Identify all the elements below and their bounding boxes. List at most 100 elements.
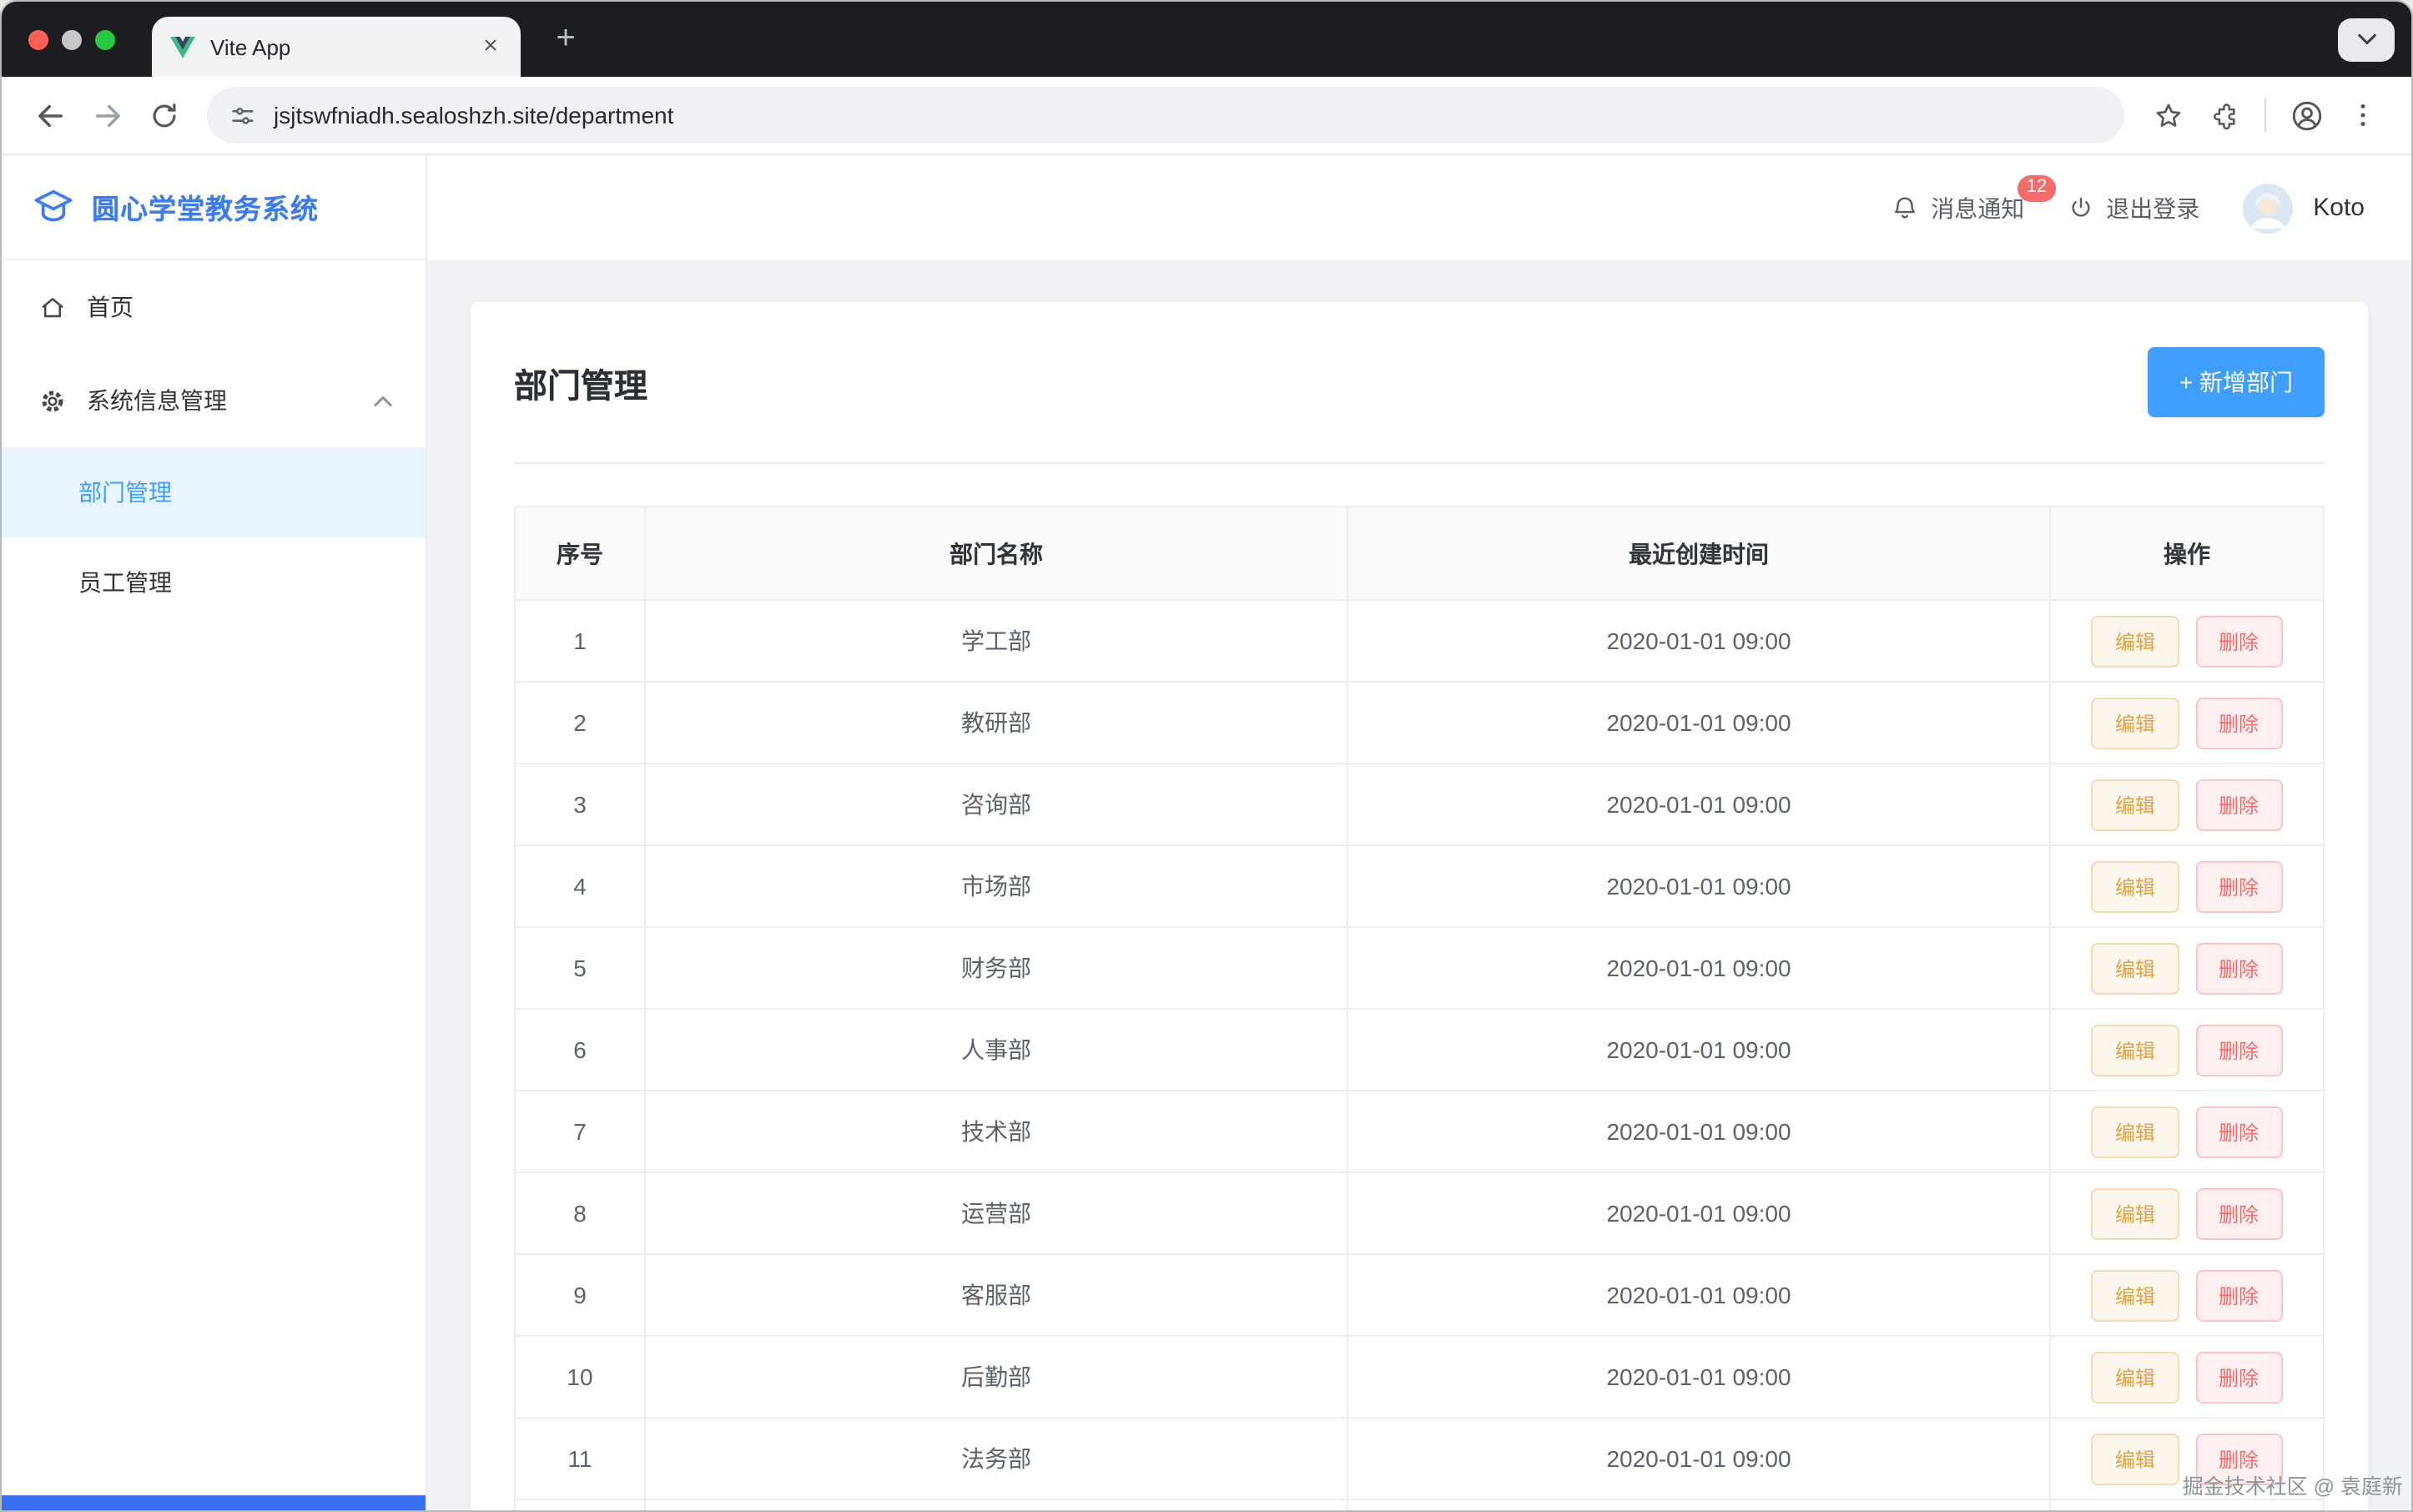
chevron-up-icon <box>374 395 392 406</box>
tab-close-icon[interactable]: × <box>476 32 506 62</box>
cell-actions: 编辑删除 <box>2050 1336 2324 1418</box>
sidebar-item-employee[interactable]: 员工管理 <box>2 537 426 627</box>
logout-button[interactable]: 退出登录 <box>2068 191 2199 224</box>
vue-favicon-icon <box>170 36 195 58</box>
brand: 圆心学堂教务系统 <box>2 155 426 260</box>
new-tab-button[interactable]: + <box>544 18 587 61</box>
cell-no: 2 <box>515 682 645 764</box>
card-divider <box>514 462 2325 464</box>
cell-actions: 编辑删除 <box>2050 1009 2324 1091</box>
address-bar[interactable]: jsjtswfniadh.sealoshzh.site/department <box>207 87 2124 144</box>
table-row: 9客服部2020-01-01 09:00编辑删除 <box>515 1254 2324 1336</box>
cell-name: 学工部 <box>645 600 1348 682</box>
delete-button[interactable]: 删除 <box>2195 1187 2282 1239</box>
delete-button[interactable]: 删除 <box>2195 697 2282 748</box>
bookmark-star-icon[interactable] <box>2143 90 2193 140</box>
sidebar-item-system[interactable]: 系统信息管理 <box>2 354 426 447</box>
delete-button[interactable]: 删除 <box>2195 779 2282 830</box>
column-header: 序号 <box>515 507 645 600</box>
minimize-window-button[interactable] <box>62 29 82 49</box>
page-content: 部门管理 + 新增部门 序 <box>427 260 2411 1510</box>
edit-button[interactable]: 编辑 <box>2092 1106 2179 1157</box>
add-department-button[interactable]: + 新增部门 <box>2148 347 2325 417</box>
app-frame: 圆心学堂教务系统 首页 <box>2 155 2411 1510</box>
browser-tab[interactable]: Vite App × <box>152 17 521 77</box>
cell-no: 6 <box>515 1009 645 1091</box>
edit-button[interactable]: 编辑 <box>2092 779 2179 830</box>
url-text[interactable]: jsjtswfniadh.sealoshzh.site/department <box>274 102 673 129</box>
sidebar-bottom-strip <box>2 1495 426 1510</box>
power-icon <box>2068 194 2094 221</box>
cell-name: 财务部 <box>645 927 1348 1009</box>
table-row: 11法务部2020-01-01 09:00编辑删除 <box>515 1418 2324 1499</box>
edit-button[interactable]: 编辑 <box>2092 1024 2179 1076</box>
delete-button[interactable]: 删除 <box>2195 942 2282 994</box>
sidebar-item-home[interactable]: 首页 <box>2 260 426 354</box>
sidebar-item-label: 系统信息管理 <box>87 384 354 417</box>
delete-button[interactable]: 删除 <box>2195 615 2282 667</box>
edit-button[interactable]: 编辑 <box>2092 942 2179 994</box>
cell-no: 4 <box>515 845 645 927</box>
notifications-label: 消息通知 <box>1931 191 2024 224</box>
cell-name: 教研部 <box>645 682 1348 764</box>
delete-button[interactable]: 删除 <box>2195 1106 2282 1157</box>
browser-menu-icon[interactable] <box>2338 90 2388 140</box>
cell-name: 咨询部 <box>645 764 1348 845</box>
edit-button[interactable]: 编辑 <box>2092 697 2179 748</box>
sidebar: 圆心学堂教务系统 首页 <box>2 155 427 1510</box>
delete-button[interactable]: 删除 <box>2195 860 2282 912</box>
table-row: 1学工部2020-01-01 09:00编辑删除 <box>515 600 2324 682</box>
cell-time: 2020-01-01 09:00 <box>1348 600 2050 682</box>
cell-no: 8 <box>515 1172 645 1254</box>
cell-time: 2020-01-01 09:00 <box>1348 1418 2050 1499</box>
cell-name: 市场部 <box>645 845 1348 927</box>
edit-button[interactable]: 编辑 <box>2092 615 2179 667</box>
cell-no: 3 <box>515 764 645 845</box>
cell-time: 2020-01-01 09:00 <box>1348 1336 2050 1418</box>
table-body: 1学工部2020-01-01 09:00编辑删除2教研部2020-01-01 0… <box>515 600 2324 1510</box>
edit-button[interactable]: 编辑 <box>2092 1351 2179 1403</box>
table-row: 4市场部2020-01-01 09:00 编辑删除 <box>515 845 2324 927</box>
logout-label: 退出登录 <box>2106 191 2199 224</box>
tab-overflow-button[interactable] <box>2338 18 2395 61</box>
tab-strip: Vite App × + <box>2 2 2411 77</box>
notifications-button[interactable]: 消息通知 12 <box>1891 191 2024 224</box>
table-row: 7技术部2020-01-01 09:00编辑删除 <box>515 1091 2324 1172</box>
column-header: 最近创建时间 <box>1348 507 2050 600</box>
sidebar-item-department[interactable]: 部门管理 <box>2 447 426 537</box>
table-row: 6人事部2020-01-01 09:00编辑删除 <box>515 1009 2324 1091</box>
tab-title: Vite App <box>210 34 476 59</box>
forward-button[interactable] <box>82 90 132 140</box>
reload-button[interactable] <box>139 90 189 140</box>
profile-icon[interactable] <box>2281 90 2331 140</box>
department-card: 部门管理 + 新增部门 序 <box>471 302 2368 1510</box>
cell-time: 2020-01-01 09:00 <box>1348 682 2050 764</box>
delete-button[interactable]: 删除 <box>2195 1351 2282 1403</box>
edit-button[interactable]: 编辑 <box>2092 1269 2179 1321</box>
extensions-icon[interactable] <box>2199 90 2249 140</box>
window-controls <box>28 29 115 49</box>
delete-button[interactable]: 删除 <box>2195 1269 2282 1321</box>
cell-time: 2020-01-01 09:00 <box>1348 845 2050 927</box>
sidebar-item-label: 员工管理 <box>78 566 172 599</box>
watermark: 掘金技术社区 @ 袁庭新 <box>2183 1469 2403 1500</box>
close-window-button[interactable] <box>28 29 48 49</box>
edit-button[interactable]: 编辑 <box>2092 1433 2179 1484</box>
cell-no: 7 <box>515 1091 645 1172</box>
gear-icon <box>38 386 67 415</box>
edit-button[interactable]: 编辑 <box>2092 1187 2179 1239</box>
maximize-window-button[interactable] <box>95 29 115 49</box>
cell-no: 10 <box>515 1336 645 1418</box>
chevron-down-icon <box>2357 33 2375 45</box>
delete-button[interactable]: 删除 <box>2195 1024 2282 1076</box>
user-avatar[interactable] <box>2243 183 2293 233</box>
back-button[interactable] <box>25 90 75 140</box>
sidebar-menu: 首页 系统信息管理 部门管理 <box>2 260 426 627</box>
browser-window: Vite App × + jsjtswfn <box>0 0 2413 1512</box>
edit-button[interactable]: 编辑 <box>2092 860 2179 912</box>
cell-name: 法务部 <box>645 1418 1348 1499</box>
cell-time: 2020-01-01 09:00 <box>1348 1172 2050 1254</box>
cell-name: 人事部 <box>645 1009 1348 1091</box>
cell-name <box>645 1499 1348 1510</box>
site-info-icon[interactable] <box>229 101 257 129</box>
